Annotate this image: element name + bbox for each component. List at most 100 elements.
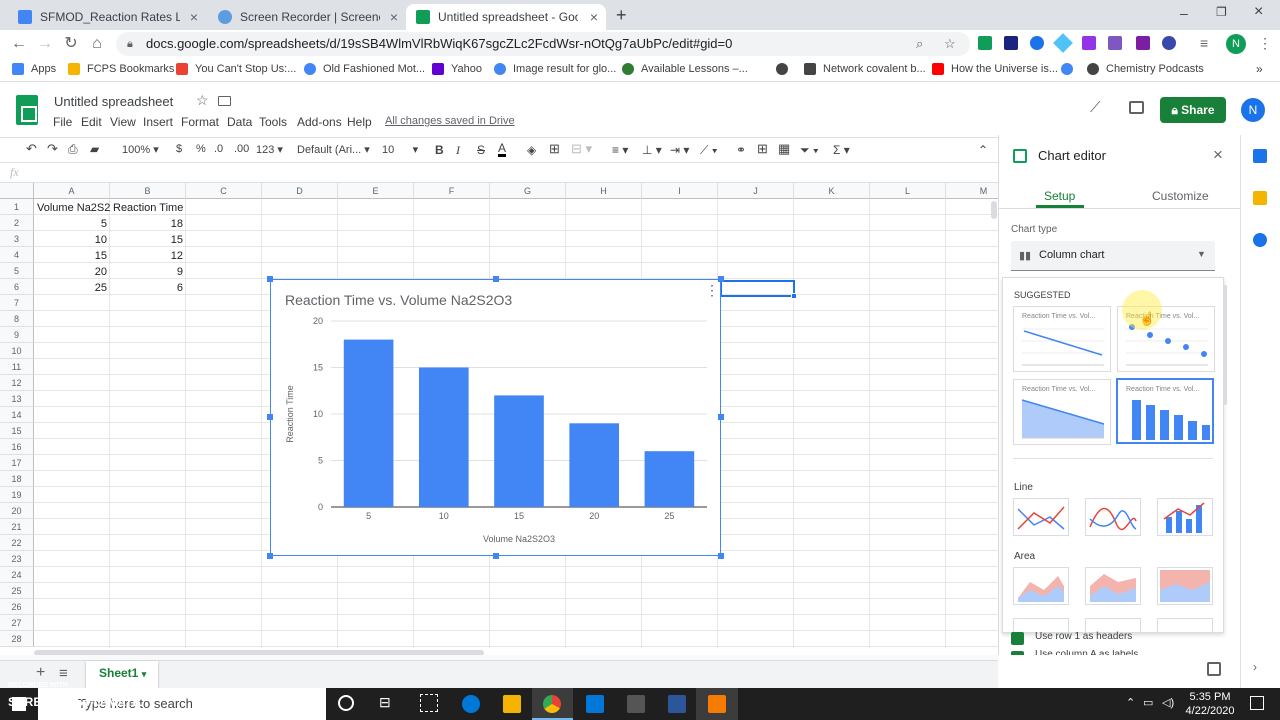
menu-view[interactable]: View: [110, 115, 136, 129]
tab-customize[interactable]: Customize: [1152, 189, 1209, 203]
menu-help[interactable]: Help: [347, 115, 372, 129]
redo-icon[interactable]: ↷: [47, 141, 58, 157]
row-header-13[interactable]: 13: [0, 391, 34, 407]
text-wrap-icon[interactable]: ⇥ ▾: [670, 143, 689, 157]
horizontal-align-icon[interactable]: ≡ ▾: [612, 143, 628, 157]
edge-icon[interactable]: [462, 695, 480, 713]
column-header-f[interactable]: F: [414, 183, 490, 199]
column-header-a[interactable]: A: [34, 183, 110, 199]
fill-handle[interactable]: [791, 293, 797, 299]
smooth-line-chart-option[interactable]: [1085, 498, 1141, 536]
chart-menu-icon[interactable]: ⋮: [705, 282, 719, 299]
vertical-align-icon[interactable]: ⊥ ▾: [642, 143, 662, 157]
cell-b6[interactable]: 6: [110, 280, 186, 296]
embedded-chart[interactable]: Reaction Time vs. Volume Na2S2O3 0 5 10 15 20…: [270, 279, 721, 556]
bookmark-item[interactable]: Image result for glo...: [494, 63, 616, 75]
font-size-select[interactable]: 10 ▾: [382, 143, 418, 156]
collapse-toolbar-icon[interactable]: ⌃: [978, 143, 988, 157]
notifications-icon[interactable]: [1250, 696, 1264, 710]
row-header-20[interactable]: 20: [0, 503, 34, 519]
column-header-h[interactable]: H: [566, 183, 642, 199]
row-header-19[interactable]: 19: [0, 487, 34, 503]
row-header-7[interactable]: 7: [0, 295, 34, 311]
resize-handle[interactable]: [718, 553, 724, 559]
sheets-logo-icon[interactable]: [16, 95, 38, 125]
profile-avatar[interactable]: N: [1226, 34, 1246, 54]
extension-icon[interactable]: [1004, 36, 1018, 50]
new-tab-button[interactable]: +: [616, 5, 627, 26]
row-header-14[interactable]: 14: [0, 407, 34, 423]
browser-menu-icon[interactable]: ⋮: [1258, 35, 1272, 52]
cortana-icon[interactable]: [338, 695, 354, 711]
bookmark-item[interactable]: Yahoo: [432, 63, 482, 75]
calendar-icon[interactable]: [1253, 149, 1267, 163]
insert-chart-icon[interactable]: ▦: [778, 141, 790, 157]
snipping-icon[interactable]: [420, 694, 438, 712]
row-header-11[interactable]: 11: [0, 359, 34, 375]
bookmark-item[interactable]: Chemistry Podcasts: [1087, 63, 1204, 75]
expand-panel-icon[interactable]: ›: [1253, 660, 1257, 674]
currency-button[interactable]: $: [176, 143, 182, 155]
row-header-17[interactable]: 17: [0, 455, 34, 471]
fill-color-icon[interactable]: ◈: [527, 143, 536, 157]
recorder-taskbar-item[interactable]: [696, 688, 738, 720]
cell-a5[interactable]: 20: [34, 264, 110, 280]
suggested-column-chart[interactable]: Reaction Time vs. Vol...: [1116, 378, 1214, 444]
italic-button[interactable]: I: [456, 143, 460, 158]
resize-handle[interactable]: [718, 276, 724, 282]
suggested-area-chart[interactable]: Reaction Time vs. Vol...: [1013, 379, 1111, 445]
system-clock[interactable]: 5:35 PM 4/22/2020: [1180, 690, 1240, 718]
reading-list-icon[interactable]: ≡: [1200, 35, 1208, 51]
editor-scrollbar[interactable]: [1223, 285, 1227, 405]
row-header-12[interactable]: 12: [0, 375, 34, 391]
cell-a1[interactable]: Volume Na2S2O: [34, 200, 110, 216]
browser-tab-1[interactable]: SFMOD_Reaction Rates Lab-data ×: [8, 4, 206, 30]
bookmark-item[interactable]: [1061, 63, 1080, 75]
column-header-c[interactable]: C: [186, 183, 262, 199]
row-header-16[interactable]: 16: [0, 439, 34, 455]
bookmark-item[interactable]: How the Universe is...: [932, 63, 1058, 75]
save-status[interactable]: All changes saved in Drive: [385, 115, 515, 127]
resize-handle[interactable]: [267, 414, 273, 420]
insert-link-icon[interactable]: ⚭: [736, 143, 746, 157]
print-icon[interactable]: ⎙: [68, 142, 78, 157]
column-header-g[interactable]: G: [490, 183, 566, 199]
forward-icon[interactable]: →: [36, 35, 54, 53]
maximize-icon[interactable]: ❐: [1216, 5, 1227, 19]
chart-type-select[interactable]: ▮▮ Column chart ▼: [1011, 241, 1215, 271]
bookmark-item[interactable]: You Can't Stop Us:...: [176, 63, 296, 75]
line-chart-option[interactable]: [1013, 498, 1069, 536]
chrome-taskbar-item[interactable]: [532, 688, 573, 720]
text-color-button[interactable]: A: [498, 142, 507, 157]
resize-handle[interactable]: [493, 276, 499, 282]
row-header-9[interactable]: 9: [0, 327, 34, 343]
column-header-l[interactable]: L: [870, 183, 946, 199]
tray-chevron-icon[interactable]: ⌃: [1126, 696, 1135, 709]
row-header-23[interactable]: 23: [0, 551, 34, 567]
menu-format[interactable]: Format: [181, 115, 219, 129]
all-sheets-button[interactable]: ≡: [59, 665, 68, 682]
stepped-area-chart-option[interactable]: [1157, 618, 1213, 632]
explore-icon[interactable]: [1207, 662, 1221, 676]
cell-a4[interactable]: 15: [34, 248, 110, 264]
row-header-25[interactable]: 25: [0, 583, 34, 599]
menu-data[interactable]: Data: [227, 115, 252, 129]
menu-edit[interactable]: Edit: [81, 115, 102, 129]
row-header-3[interactable]: 3: [0, 231, 34, 247]
more-formats-select[interactable]: 123 ▾: [256, 143, 283, 156]
avatar[interactable]: N: [1241, 98, 1265, 122]
back-icon[interactable]: ←: [10, 35, 28, 53]
keep-icon[interactable]: [1253, 191, 1267, 205]
checkbox-row1-headers[interactable]: [1011, 632, 1024, 645]
file-explorer-icon[interactable]: [503, 695, 521, 713]
row-header-18[interactable]: 18: [0, 471, 34, 487]
row-header-21[interactable]: 21: [0, 519, 34, 535]
url-input[interactable]: 🔒︎ docs.google.com/spreadsheets/d/19sSB4…: [116, 32, 970, 56]
row-header-27[interactable]: 27: [0, 615, 34, 631]
word-icon[interactable]: [668, 695, 686, 713]
resize-handle[interactable]: [493, 553, 499, 559]
cell-a3[interactable]: 10: [34, 232, 110, 248]
percent-button[interactable]: %: [196, 143, 206, 155]
checkbox-colA-labels[interactable]: [1011, 651, 1024, 655]
increase-decimal-button[interactable]: .00: [234, 143, 249, 155]
